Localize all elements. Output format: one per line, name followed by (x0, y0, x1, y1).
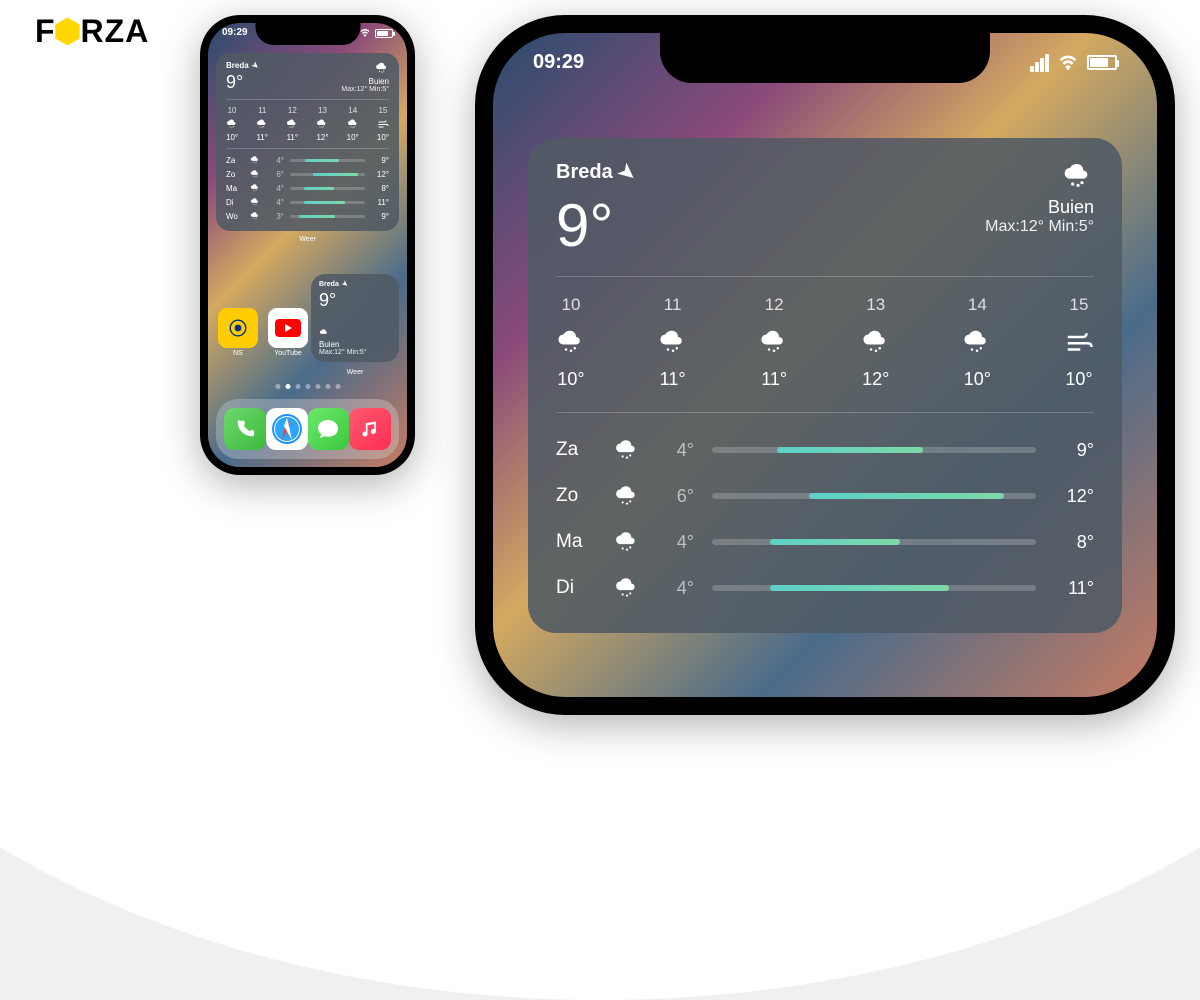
location-arrow-icon: ➤ (613, 158, 642, 188)
current-temperature: 9° (556, 191, 635, 260)
hourly-forecast: 1010° 1111° 1211° 1312° 1410° 1510° (226, 99, 389, 149)
weather-widget-large[interactable]: Breda➤ 9° Buien Max:12° Min:5° 1010° 1111… (528, 138, 1122, 633)
cloud-rain-icon (375, 61, 389, 75)
day-row: Zo6°12° (556, 473, 1094, 519)
signal-icon (1030, 54, 1049, 72)
widget-label: Weer (299, 236, 316, 243)
battery-icon (375, 29, 393, 38)
weather-range: Max:12° Min:5° (341, 86, 389, 93)
battery-icon (1087, 55, 1117, 70)
day-row: Zo6°12° (226, 167, 389, 181)
dock-music-app[interactable] (349, 408, 391, 450)
day-row: Di4°11° (556, 565, 1094, 611)
day-row: Za4°9° (226, 153, 389, 167)
brand-logo: F⬢RZA (35, 12, 149, 50)
dock-safari-app[interactable] (266, 408, 308, 450)
location-arrow-icon: ➤ (340, 279, 350, 289)
hourly-forecast: 1010° 1111° 1211° 1312° 1410° 1510° (556, 276, 1094, 413)
weather-location: Breda (226, 61, 249, 70)
weather-widget-small[interactable]: Breda➤ 9° Buien Max:12° Min:5° Weer (311, 274, 399, 362)
app-youtube[interactable]: YouTube (268, 308, 308, 357)
weather-condition: Buien (341, 77, 389, 86)
weather-widget-large[interactable]: Breda➤ 9° Buien Max:12° Min:5° 1010° 1111… (216, 53, 399, 231)
hour-column: 1410° (347, 106, 359, 142)
hour-column: 1312° (861, 295, 891, 390)
day-row: Wo3°9° (226, 209, 389, 223)
phone-mockup-small: 09:29 Breda➤ 9° Buien Max:12° Min:5° (200, 15, 415, 475)
hour-column: 1410° (962, 295, 992, 390)
youtube-icon (268, 308, 308, 348)
weather-range: Max:12° Min:5° (985, 218, 1094, 236)
daily-forecast: Za4°9°Zo6°12°Ma4°8°Di4°11° (556, 413, 1094, 611)
status-time: 09:29 (533, 51, 584, 74)
phone-mockup-large: 09:29 Breda➤ 9° Buien Max:12° Min:5° 101… (475, 15, 1175, 715)
wifi-icon (359, 27, 371, 39)
dock (216, 399, 399, 459)
day-row: Za4°9° (556, 427, 1094, 473)
hour-column: 1312° (316, 106, 328, 142)
dock-phone-app[interactable] (224, 408, 266, 450)
cloud-rain-icon (319, 328, 329, 338)
notch (255, 23, 360, 45)
hour-column: 1010° (226, 106, 238, 142)
day-row: Di4°11° (226, 195, 389, 209)
cloud-rain-icon (1062, 160, 1094, 192)
ns-icon: ⦿ (218, 308, 258, 348)
daily-forecast: Za4°9°Zo6°12°Ma4°8°Di4°11°Wo3°9° (226, 149, 389, 223)
page-indicator[interactable] (275, 384, 340, 389)
weather-condition: Buien (985, 197, 1094, 218)
weather-location: Breda (556, 161, 613, 184)
hour-column: 1510° (377, 106, 389, 142)
notch (660, 33, 990, 83)
hour-column: 1111° (256, 106, 268, 142)
hour-column: 1510° (1064, 295, 1094, 390)
day-row: Ma4°8° (556, 519, 1094, 565)
wifi-icon (1057, 52, 1079, 74)
day-row: Ma4°8° (226, 181, 389, 195)
hour-column: 1111° (658, 295, 688, 390)
hour-column: 1010° (556, 295, 586, 390)
current-temperature: 9° (226, 72, 258, 93)
dock-messages-app[interactable] (308, 408, 350, 450)
location-arrow-icon: ➤ (250, 60, 261, 71)
app-ns[interactable]: ⦿ NS (218, 308, 258, 357)
hour-column: 1211° (286, 106, 298, 142)
status-time: 09:29 (222, 27, 248, 39)
hour-column: 1211° (759, 295, 789, 390)
